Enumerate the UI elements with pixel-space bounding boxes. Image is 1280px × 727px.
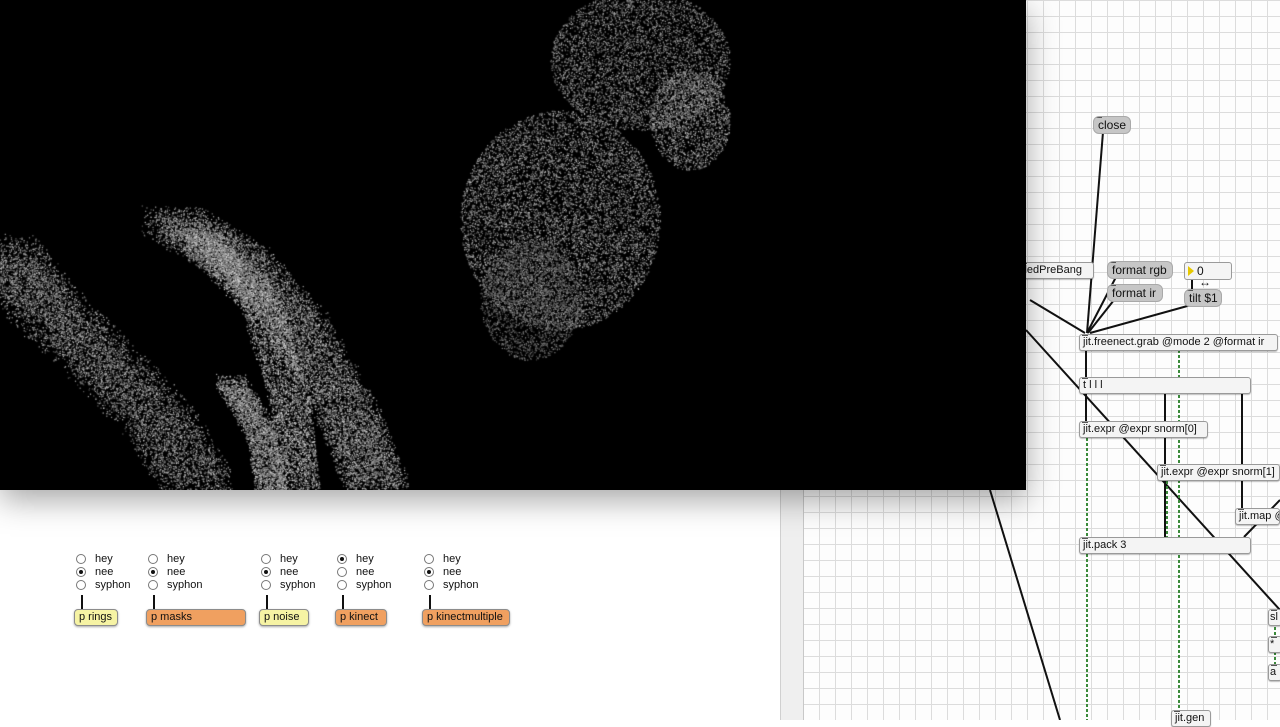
radio-button[interactable] [261,580,271,590]
radio-label: nee [356,566,375,578]
expr-snorm0-object[interactable]: jit.expr @expr snorm[0] [1079,421,1208,438]
drag-cursor-icon: ↔ [1199,275,1211,289]
radio-label: syphon [356,579,392,591]
jitter-render-window[interactable] [0,0,1026,490]
radio-label: hey [443,553,461,565]
subpatcher-noise[interactable]: p noise [259,609,309,626]
radio-button[interactable] [424,567,434,577]
radio-label: hey [95,553,113,565]
radio-button[interactable] [337,567,347,577]
jit-pack-object[interactable]: jit.pack 3 [1079,537,1251,554]
subpatcher-kinectmultiple[interactable]: p kinectmultiple [422,609,510,626]
patch-cord [266,595,268,609]
tilt-message[interactable]: tilt $1 [1184,289,1222,307]
prebang-object[interactable]: lledPreBang [1018,262,1094,279]
radio-button[interactable] [76,580,86,590]
edge-object-b[interactable]: * [1268,636,1280,653]
edge-object-a[interactable]: sl [1268,609,1280,626]
radio-button[interactable] [424,554,434,564]
radio-label: hey [356,553,374,565]
radio-label: syphon [167,579,203,591]
number-triangle-icon [1188,266,1194,276]
radio-button[interactable] [424,580,434,590]
radio-label: nee [280,566,299,578]
radio-label: syphon [443,579,479,591]
radio-label: nee [443,566,462,578]
patch-cord [81,595,83,609]
radio-button[interactable] [148,580,158,590]
radio-button[interactable] [261,554,271,564]
window-gutter [780,490,804,720]
radio-button[interactable] [148,567,158,577]
radio-button[interactable] [261,567,271,577]
edge-object-c[interactable]: a [1268,664,1280,681]
radio-button[interactable] [337,554,347,564]
radio-label: hey [167,553,185,565]
jit-gen-object[interactable]: jit.gen [1171,710,1211,727]
jit-map-object[interactable]: jit.map @ [1235,508,1280,525]
radio-label: syphon [280,579,316,591]
format-ir-message[interactable]: format ir [1107,284,1163,302]
patcher-canvas-left[interactable] [0,490,780,720]
radio-label: nee [167,566,186,578]
radio-label: hey [280,553,298,565]
subpatcher-kinect[interactable]: p kinect [335,609,387,626]
radio-label: nee [95,566,114,578]
freenect-grab-object[interactable]: jit.freenect.grab @mode 2 @format ir [1079,334,1278,351]
patch-cord [153,595,155,609]
radio-label: syphon [95,579,131,591]
trigger-object[interactable]: t l l l [1079,377,1251,394]
expr-snorm1-object[interactable]: jit.expr @expr snorm[1] [1157,464,1280,481]
subpatcher-rings[interactable]: p rings [74,609,118,626]
radio-button[interactable] [76,567,86,577]
radio-button[interactable] [337,580,347,590]
subpatcher-masks[interactable]: p masks [146,609,246,626]
patch-cord [342,595,344,609]
patch-cord [429,595,431,609]
format-rgb-message[interactable]: format rgb [1107,261,1173,279]
radio-button[interactable] [76,554,86,564]
kinect-point-cloud-view [0,0,1026,490]
radio-button[interactable] [148,554,158,564]
close-message[interactable]: close [1093,116,1131,134]
